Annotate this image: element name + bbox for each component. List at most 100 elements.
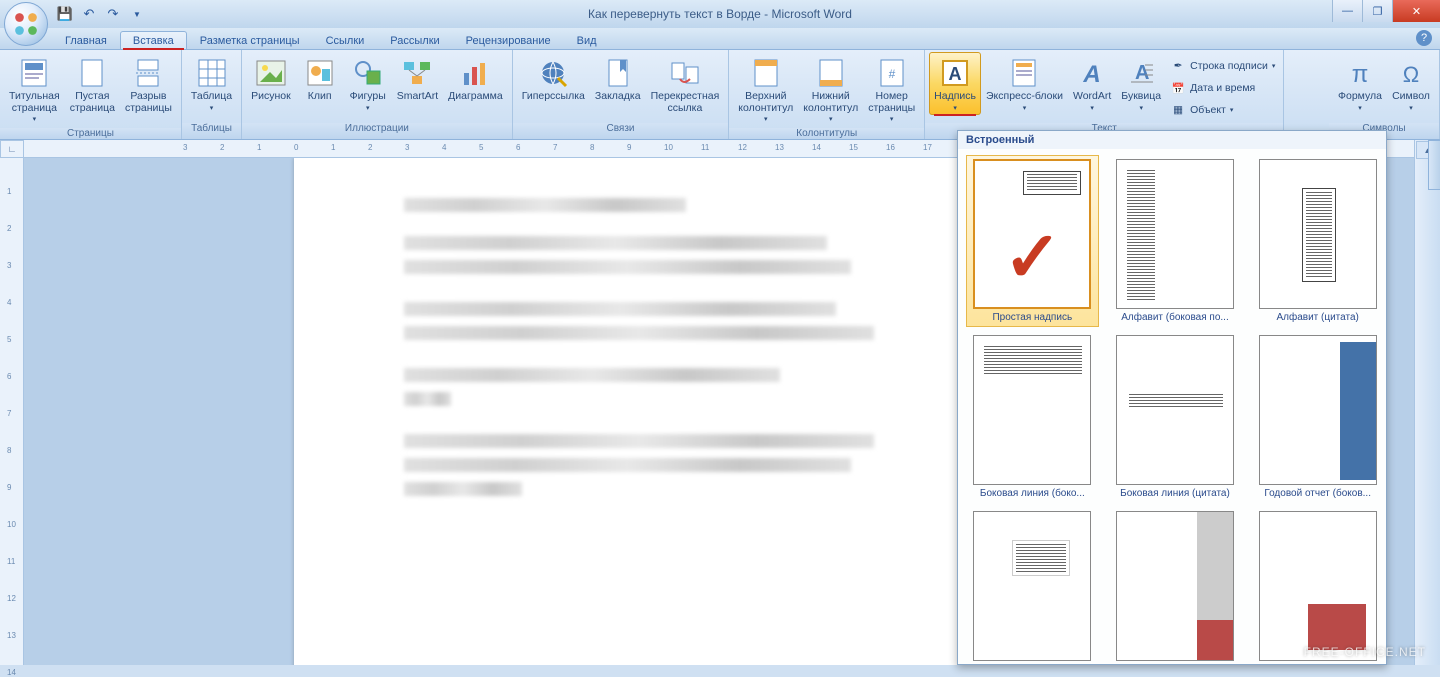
- group-text: AНадпись▾ Экспресс-блоки▾ AWordArt▾ AБук…: [925, 50, 1284, 139]
- quick-parts-icon: [1008, 57, 1040, 89]
- vertical-scrollbar[interactable]: ▲: [1414, 140, 1440, 665]
- ribbon-tabs: Главная Вставка Разметка страницы Ссылки…: [0, 28, 1440, 50]
- qat-dropdown-icon[interactable]: ▼: [128, 5, 146, 23]
- tab-insert[interactable]: Вставка: [120, 31, 187, 49]
- group-tables: Таблица▾ Таблицы: [182, 50, 242, 139]
- footer-icon: [815, 57, 847, 89]
- ruler-corner[interactable]: ∟: [0, 140, 24, 158]
- header-button[interactable]: Верхний колонтитул▾: [733, 52, 798, 126]
- minimize-button[interactable]: —: [1332, 0, 1362, 22]
- cover-page-icon: [18, 57, 50, 89]
- watermark: FREE-OFFICE.NET: [1304, 645, 1426, 659]
- smartart-icon: [401, 57, 433, 89]
- blank-page-icon: [76, 57, 108, 89]
- table-button[interactable]: Таблица▾: [186, 52, 237, 115]
- group-pages: Титульная страница▾ Пустая страница Разр…: [0, 50, 182, 139]
- window-controls: — ❐ ✕: [1332, 0, 1440, 22]
- equation-button[interactable]: πФормула▾: [1333, 52, 1387, 115]
- redo-icon[interactable]: ↷: [104, 5, 122, 23]
- quick-parts-button[interactable]: Экспресс-блоки▾: [981, 52, 1068, 115]
- document-page: [294, 158, 984, 665]
- bookmark-icon: [602, 57, 634, 89]
- shapes-button[interactable]: Фигуры▾: [344, 52, 392, 115]
- page-number-icon: #: [876, 57, 908, 89]
- svg-text:A: A: [949, 64, 962, 84]
- quick-access-toolbar: 💾 ↶ ↷ ▼: [56, 0, 146, 28]
- group-label-illustrations: Иллюстрации: [242, 123, 512, 139]
- picture-icon: [255, 57, 287, 89]
- smartart-button[interactable]: SmartArt: [392, 52, 443, 106]
- equation-icon: π: [1344, 57, 1376, 89]
- blank-page-button[interactable]: Пустая страница: [65, 52, 120, 117]
- gallery-item-alphabet-sidebar[interactable]: Алфавит (боковая по...: [1109, 155, 1242, 327]
- gallery-header: Встроенный: [958, 131, 1386, 149]
- header-icon: [750, 57, 782, 89]
- calendar-icon: 📅: [1170, 80, 1186, 96]
- title-bar: 💾 ↶ ↷ ▼ Как перевернуть текст в Ворде - …: [0, 0, 1440, 28]
- window-title: Как перевернуть текст в Ворде - Microsof…: [588, 7, 852, 21]
- group-symbols: πФормула▾ ΩСимвол▾ Символы: [1329, 50, 1440, 139]
- shapes-icon: [352, 57, 384, 89]
- gallery-item-sideline-quote[interactable]: Боковая линия (цитата): [1109, 331, 1242, 503]
- ruler-toggle[interactable]: [1428, 140, 1440, 190]
- object-button[interactable]: ▦Объект▾: [1166, 100, 1279, 120]
- maximize-button[interactable]: ❐: [1362, 0, 1392, 22]
- group-label-header-footer: Колонтитулы: [729, 128, 924, 139]
- page-break-icon: [132, 57, 164, 89]
- object-icon: ▦: [1170, 102, 1186, 118]
- bookmark-button[interactable]: Закладка: [590, 52, 646, 106]
- office-logo-icon: [13, 11, 39, 37]
- group-label-tables: Таблицы: [182, 123, 241, 139]
- chart-button[interactable]: Диаграмма: [443, 52, 508, 106]
- table-icon: [196, 57, 228, 89]
- save-icon[interactable]: 💾: [56, 5, 74, 23]
- gallery-item-sideline-sidebar[interactable]: Боковая линия (боко...: [966, 331, 1099, 503]
- wordart-button[interactable]: AWordArt▾: [1068, 52, 1116, 115]
- wordart-icon: A: [1076, 57, 1108, 89]
- ribbon: Титульная страница▾ Пустая страница Разр…: [0, 50, 1440, 140]
- group-header-footer: Верхний колонтитул▾ Нижний колонтитул▾ #…: [729, 50, 925, 139]
- footer-button[interactable]: Нижний колонтитул▾: [798, 52, 863, 126]
- vertical-ruler[interactable]: 1234567891011121314: [0, 158, 24, 665]
- picture-button[interactable]: Рисунок: [246, 52, 296, 106]
- cross-reference-button[interactable]: Перекрестная ссылка: [646, 52, 725, 117]
- clip-art-icon: [304, 57, 336, 89]
- svg-text:Ω: Ω: [1403, 62, 1419, 87]
- svg-text:π: π: [1352, 61, 1369, 88]
- cover-page-button[interactable]: Титульная страница▾: [4, 52, 65, 126]
- text-box-button[interactable]: AНадпись▾: [929, 52, 981, 115]
- clip-art-button[interactable]: Клип: [296, 52, 344, 106]
- drop-cap-button[interactable]: AБуквица▾: [1116, 52, 1166, 115]
- tab-view[interactable]: Вид: [564, 31, 610, 49]
- symbol-button[interactable]: ΩСимвол▾: [1387, 52, 1435, 115]
- text-box-icon: A: [939, 57, 971, 89]
- gallery-item-alphabet-quote[interactable]: Алфавит (цитата): [1251, 155, 1384, 327]
- gallery-item-puzzle-quote[interactable]: Головоломка (цитата): [1251, 507, 1384, 664]
- tab-layout[interactable]: Разметка страницы: [187, 31, 313, 49]
- group-label-pages: Страницы: [0, 128, 181, 139]
- signature-icon: ✒: [1170, 58, 1186, 74]
- tab-review[interactable]: Рецензирование: [453, 31, 564, 49]
- tab-mailings[interactable]: Рассылки: [377, 31, 452, 49]
- gallery-item-annual-report-quote[interactable]: Годовой отчет (цитата): [966, 507, 1099, 664]
- gallery-item-simple-textbox[interactable]: ✓ Простая надпись: [966, 155, 1099, 327]
- gallery-item-annual-report-sidebar[interactable]: Годовой отчет (боков...: [1251, 331, 1384, 503]
- group-label-links: Связи: [513, 123, 729, 139]
- close-button[interactable]: ✕: [1392, 0, 1440, 22]
- tab-home[interactable]: Главная: [52, 31, 120, 49]
- help-button[interactable]: ?: [1416, 30, 1432, 46]
- group-illustrations: Рисунок Клип Фигуры▾ SmartArt Диаграмма …: [242, 50, 513, 139]
- page-break-button[interactable]: Разрыв страницы: [120, 52, 177, 117]
- svg-text:#: #: [888, 67, 895, 81]
- page-number-button[interactable]: #Номер страницы▾: [863, 52, 920, 126]
- hyperlink-button[interactable]: Гиперссылка: [517, 52, 590, 106]
- tab-references[interactable]: Ссылки: [313, 31, 378, 49]
- signature-line-button[interactable]: ✒Строка подписи▾: [1166, 56, 1279, 76]
- gallery-item-puzzle-sidebar[interactable]: Головоломка (боков...: [1109, 507, 1242, 664]
- undo-icon[interactable]: ↶: [80, 5, 98, 23]
- text-box-gallery: Встроенный ✓ Простая надпись Алфавит (бо…: [957, 130, 1387, 665]
- office-button[interactable]: [4, 2, 48, 46]
- date-time-button[interactable]: 📅Дата и время: [1166, 78, 1279, 98]
- chart-icon: [459, 57, 491, 89]
- hyperlink-icon: [537, 57, 569, 89]
